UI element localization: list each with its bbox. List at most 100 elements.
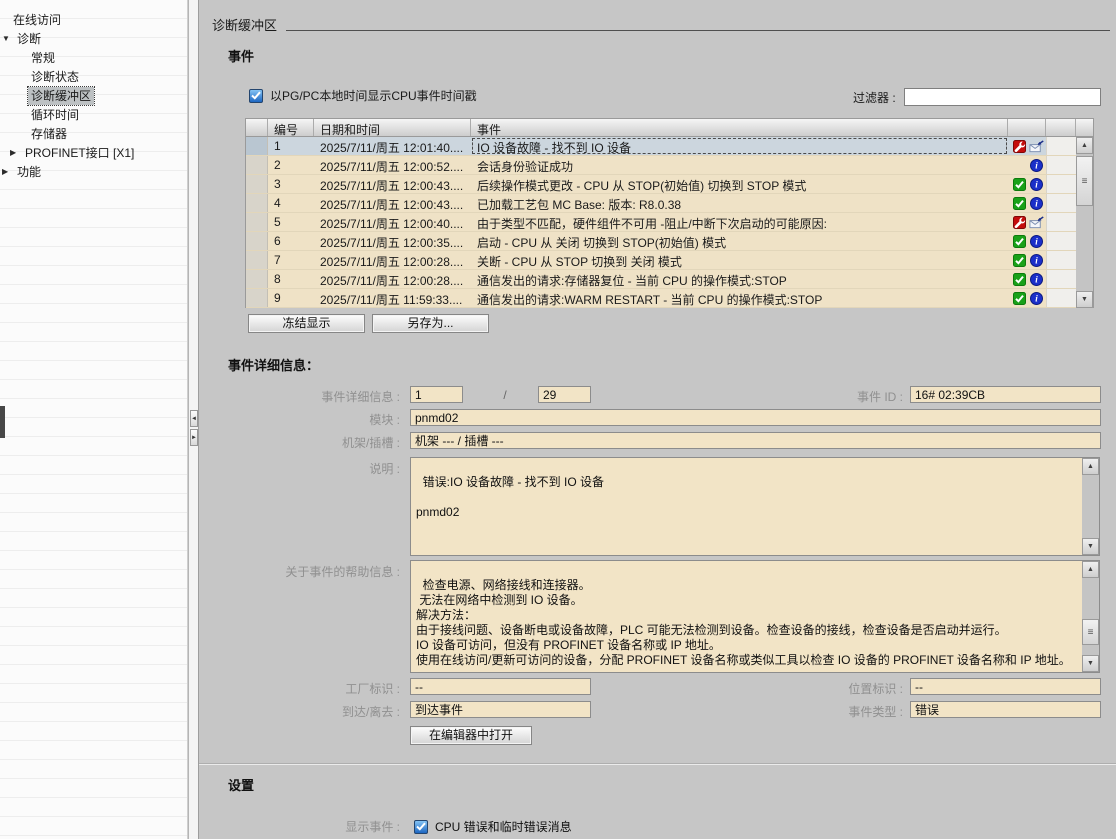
save-as-button[interactable]: 另存为... (372, 314, 489, 333)
event-row[interactable]: 3 2025/7/11/周五 12:00:43.... 后续操作模式更改 - C… (246, 175, 1076, 194)
row-number-cell: 5 (268, 213, 314, 231)
scroll-down-button[interactable]: ▼ (1076, 291, 1093, 308)
description-scrollbar[interactable]: ▲ ▼ (1082, 458, 1099, 555)
sidebar-splitter[interactable]: ◄ ► (188, 0, 199, 839)
incoming-outgoing-label: 到达/离去 : (205, 703, 400, 720)
module-field[interactable] (410, 409, 1101, 426)
row-event-cell: 关断 - CPU 从 STOP 切换到 关闭 模式 (471, 251, 1008, 269)
filter-input[interactable] (904, 88, 1101, 106)
row-selector-cell[interactable] (246, 156, 268, 174)
event-row[interactable]: 7 2025/7/11/周五 12:00:28.... 关断 - CPU 从 S… (246, 251, 1076, 270)
open-in-editor-button[interactable]: 在编辑器中打开 (410, 726, 532, 745)
info-icon: i (1029, 159, 1044, 172)
row-datetime-cell: 2025/7/11/周五 12:00:40.... (314, 213, 471, 231)
event-type-field[interactable] (910, 701, 1101, 718)
timestamp-checkbox[interactable] (249, 89, 263, 103)
rack-slot-field[interactable] (410, 432, 1101, 449)
header-selector-column[interactable] (246, 119, 268, 136)
row-status-icons: i (1008, 194, 1046, 212)
row-selector-cell[interactable] (246, 194, 268, 212)
row-extra-cell (1046, 213, 1076, 231)
module-label: 模块 : (205, 411, 400, 428)
details-index-label: 事件详细信息 : (205, 388, 400, 405)
row-selector-cell[interactable] (246, 289, 268, 307)
event-row[interactable]: 8 2025/7/11/周五 12:00:28.... 通信发出的请求:存储器复… (246, 270, 1076, 289)
display-events-row: 显示事件 : CPU 错误和临时错误消息 (205, 818, 572, 835)
event-row[interactable]: 2 2025/7/11/周五 12:00:52.... 会话身份验证成功 i (246, 156, 1076, 175)
collapse-right-button[interactable]: ► (190, 429, 198, 446)
tree-item[interactable]: ▼ 诊断 (0, 29, 187, 48)
row-selector-cell[interactable] (246, 232, 268, 250)
info-icon: i (1029, 197, 1044, 210)
scroll-up-button[interactable]: ▲ (1082, 561, 1099, 578)
event-row[interactable]: 1 2025/7/11/周五 12:01:40.... IO 设备故障 - 找不… (246, 137, 1076, 156)
header-datetime-column[interactable]: 日期和时间 (314, 119, 471, 136)
tree-expand-icon[interactable]: ▶ (2, 163, 14, 181)
event-row[interactable]: 5 2025/7/11/周五 12:00:40.... 由于类型不匹配，硬件组件… (246, 213, 1076, 232)
scroll-down-button[interactable]: ▼ (1082, 655, 1099, 672)
row-datetime-cell: 2025/7/11/周五 12:00:52.... (314, 156, 471, 174)
scrollbar-thumb[interactable]: ≡ (1076, 156, 1093, 206)
info-icon: i (1029, 292, 1044, 305)
details-heading: 事件详细信息： (228, 355, 319, 374)
event-index-field[interactable] (410, 386, 463, 403)
event-id-label: 事件 ID : (758, 388, 903, 405)
rack-slot-label: 机架/插槽 : (205, 434, 400, 451)
incoming-outgoing-field[interactable] (410, 701, 591, 718)
row-status-icons: i (1008, 270, 1046, 288)
row-selector-cell[interactable] (246, 213, 268, 231)
help-scrollbar[interactable]: ▲ ≡ ▼ (1082, 561, 1099, 672)
scroll-up-button[interactable]: ▲ (1076, 137, 1093, 154)
tree-item[interactable]: ▶ PROFINET接口 [X1] (0, 143, 187, 162)
filter-row: 过滤器 : (853, 88, 1101, 106)
row-event-cell: 会话身份验证成功 (471, 156, 1008, 174)
tree-item[interactable]: 常规 (0, 48, 187, 67)
tree-item-label: 常规 (28, 49, 58, 67)
event-count-field[interactable] (538, 386, 591, 403)
empty-icon (1012, 159, 1027, 172)
tree-item-label: 在线访问 (10, 11, 64, 29)
event-type-label: 事件类型 : (758, 703, 903, 720)
cpu-errors-checkbox[interactable] (414, 820, 428, 834)
help-info-box: 检查电源、网络接线和连接器。 无法在网络中检测到 IO 设备。 解决方法： 由于… (410, 560, 1100, 673)
row-event-cell: 启动 - CPU 从 关闭 切换到 STOP(初始值) 模式 (471, 232, 1008, 250)
row-selector-cell[interactable] (246, 175, 268, 193)
row-datetime-cell: 2025/7/11/周五 12:00:28.... (314, 270, 471, 288)
scroll-down-button[interactable]: ▼ (1082, 538, 1099, 555)
row-extra-cell (1046, 232, 1076, 250)
tree-item[interactable]: 在线访问 (0, 10, 187, 29)
cpu-errors-checkbox-label: CPU 错误和临时错误消息 (435, 818, 572, 835)
wrench-icon (1012, 216, 1027, 229)
tree-item-label: 诊断缓冲区 (28, 87, 94, 105)
row-datetime-cell: 2025/7/11/周五 12:01:40.... (314, 137, 471, 155)
row-event-cell: 通信发出的请求:WARM RESTART - 当前 CPU 的操作模式:STOP (471, 289, 1008, 307)
tree-item[interactable]: 存储器 (0, 124, 187, 143)
tree-expand-icon[interactable]: ▼ (2, 30, 14, 48)
table-scrollbar[interactable]: ▲ ≡ ▼ (1076, 137, 1093, 308)
tree-item[interactable]: 诊断状态 (0, 67, 187, 86)
location-id-field[interactable] (910, 678, 1101, 695)
event-row[interactable]: 9 2025/7/11/周五 11:59:33.... 通信发出的请求:WARM… (246, 289, 1076, 308)
row-selector-cell[interactable] (246, 251, 268, 269)
tree-item-label: PROFINET接口 [X1] (22, 144, 137, 162)
tree-expand-icon[interactable]: ▶ (10, 144, 22, 162)
row-selector-cell[interactable] (246, 270, 268, 288)
header-event-column[interactable]: 事件 (471, 119, 1008, 136)
scroll-up-button[interactable]: ▲ (1082, 458, 1099, 475)
event-row[interactable]: 4 2025/7/11/周五 12:00:43.... 已加载工艺包 MC Ba… (246, 194, 1076, 213)
left-edge-handle[interactable] (0, 406, 5, 438)
tree-item[interactable]: 循环时间 (0, 105, 187, 124)
plant-id-field[interactable] (410, 678, 591, 695)
scrollbar-thumb[interactable]: ≡ (1082, 619, 1099, 645)
header-number-column[interactable]: 编号 (268, 119, 314, 136)
row-datetime-cell: 2025/7/11/周五 11:59:33.... (314, 289, 471, 307)
mail-in-icon (1029, 216, 1044, 229)
tree-item[interactable]: 诊断缓冲区 (0, 86, 187, 105)
row-status-icons: i (1008, 232, 1046, 250)
row-selector-cell[interactable] (246, 137, 268, 155)
freeze-display-button[interactable]: 冻结显示 (248, 314, 365, 333)
event-row[interactable]: 6 2025/7/11/周五 12:00:35.... 启动 - CPU 从 关… (246, 232, 1076, 251)
collapse-left-button[interactable]: ◄ (190, 410, 198, 427)
tree-item[interactable]: ▶ 功能 (0, 162, 187, 181)
event-id-field[interactable] (910, 386, 1101, 403)
